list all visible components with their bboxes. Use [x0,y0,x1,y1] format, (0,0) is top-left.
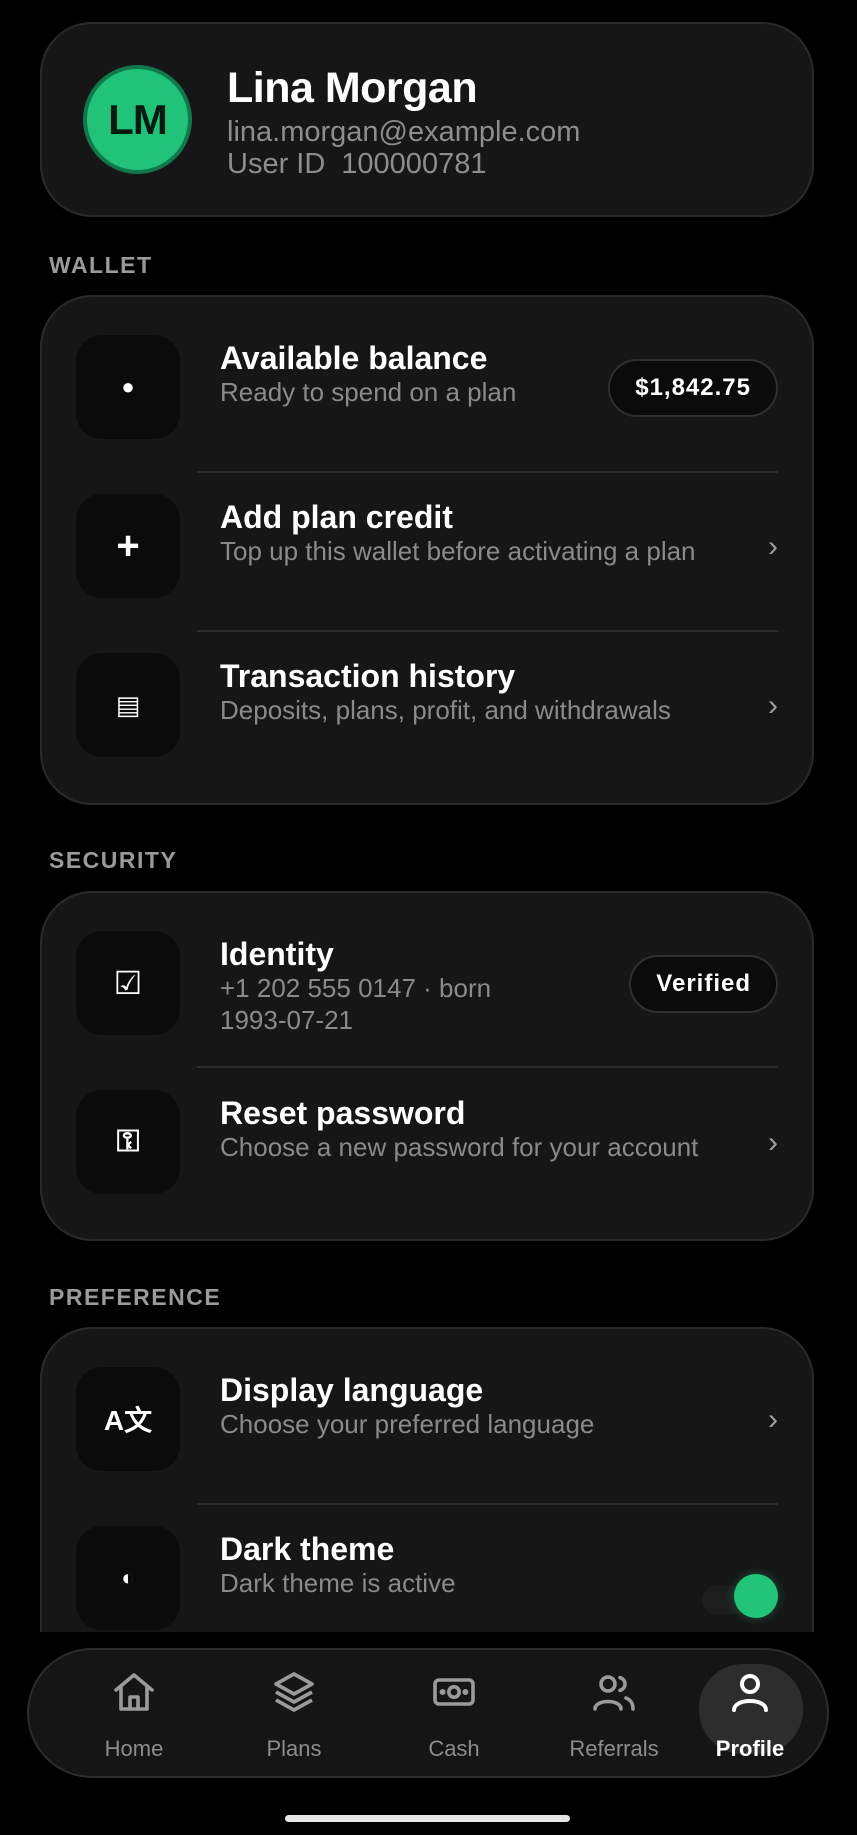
row-title: Display language [220,1372,484,1408]
verified-badge: Verified [629,955,778,1013]
profile-user-id: User ID 100000781 [227,148,486,181]
nav-label: Referrals [569,1736,659,1761]
nav-label: Plans [266,1736,322,1761]
row-title: Available balance [220,340,488,376]
preference-section-label: PREFERENCE [49,1284,222,1310]
identity-row: ☑ Identity +1 202 555 0147 · born 1993-07… [42,893,812,1053]
wallet-card: ● Available balance Ready to spend on a … [40,295,814,805]
profile-name: Lina Morgan [227,64,478,112]
key-icon: ⚿ [76,1090,180,1194]
row-subtitle: +1 202 555 0147 · born 1993-07-21 [220,972,491,1036]
row-subtitle: Choose a new password for your account [220,1132,699,1162]
row-title: Add plan credit [220,499,453,535]
security-card: ☑ Identity +1 202 555 0147 · born 1993-07… [40,891,814,1241]
nav-label: Cash [428,1736,480,1761]
row-subtitle: Dark theme is active [220,1568,456,1598]
dark-theme-toggle[interactable] [702,1574,778,1622]
cash-icon [379,1668,529,1718]
transaction-history-row[interactable]: ▤ Transaction history Deposits, plans, p… [42,615,812,775]
nav-item-plans[interactable]: Plans [219,1650,369,1776]
identity-birthdate: 1993-07-21 [220,1005,353,1035]
nav-label: Home [104,1736,164,1761]
chevron-right-icon: › [768,1126,778,1159]
row-subtitle: Ready to spend on a plan [220,377,517,407]
reset-password-row[interactable]: ⚿ Reset password Choose a new password f… [42,1052,812,1212]
row-subtitle: Top up this wallet before activating a p… [220,536,696,566]
security-section-label: SECURITY [49,847,178,873]
user-icon [675,1668,825,1718]
row-title: Transaction history [220,658,516,694]
profile-email: lina.morgan@example.com [227,116,581,148]
row-title: Identity [220,936,334,972]
profile-card: LM Lina Morgan lina.morgan@example.com U… [40,22,814,217]
nav-label: Profile [715,1736,785,1761]
user-id-value: 100000781 [341,148,487,180]
user-id-label: User ID [227,148,326,180]
home-indicator [285,1815,570,1822]
balance-badge: $1,842.75 [608,359,778,417]
wallet-section-label: WALLET [49,252,153,278]
row-subtitle: Deposits, plans, profit, and withdrawals [220,695,671,725]
translate-icon: A文 [76,1367,180,1471]
nav-item-referrals[interactable]: Referrals [539,1650,689,1776]
avatar: LM [83,65,192,174]
contrast-icon: ◐ [76,1526,180,1630]
row-title: Reset password [220,1095,466,1131]
chevron-right-icon: › [768,530,778,563]
nav-item-cash[interactable]: Cash [379,1650,529,1776]
display-language-row[interactable]: A文 Display language Choose your preferre… [42,1329,812,1489]
nav-item-profile[interactable]: Profile [675,1650,825,1776]
nav-item-home[interactable]: Home [59,1650,209,1776]
home-icon [59,1668,209,1718]
users-icon [539,1668,689,1718]
plus-icon: + [76,494,180,598]
available-balance-row: ● Available balance Ready to spend on a … [42,297,812,457]
dot-icon: ● [76,335,180,439]
identity-phone: +1 202 555 0147 · born [220,973,492,1003]
add-plan-credit-row[interactable]: + Add plan credit Top up this wallet bef… [42,456,812,616]
list-icon: ▤ [76,653,180,757]
bottom-nav: Home Plans Cash Referrals Profile [27,1648,829,1778]
toggle-knob [734,1574,778,1618]
row-subtitle: Choose your preferred language [220,1409,595,1439]
layers-icon [219,1668,369,1718]
row-title: Dark theme [220,1531,395,1567]
checkbox-icon: ☑ [76,931,180,1035]
chevron-right-icon: › [768,689,778,722]
dark-theme-row: ◐ Dark theme Dark theme is active [42,1488,812,1648]
chevron-right-icon: › [768,1403,778,1436]
